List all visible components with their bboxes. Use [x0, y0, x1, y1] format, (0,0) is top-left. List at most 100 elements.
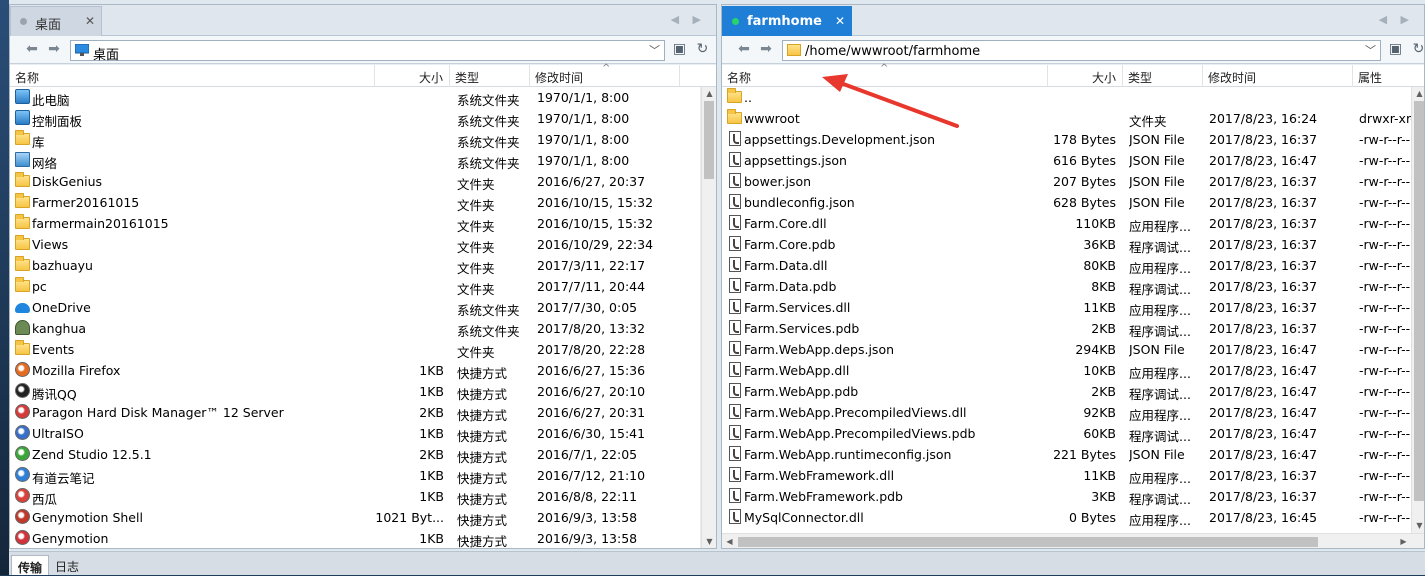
folder-open-icon[interactable]: ▣ [1387, 42, 1404, 57]
file-row[interactable]: wwwroot 文件夹 2017/8/23, 16:24 drwxr-xr-x [722, 108, 1411, 129]
back-arrow-icon[interactable]: ⬅ [736, 42, 752, 56]
file-row[interactable]: Farm.WebApp.runtimeconfig.json 221 Bytes J… [722, 444, 1411, 465]
column-size[interactable]: 大小 [375, 65, 450, 87]
file-row[interactable]: .. [722, 87, 1411, 108]
file-name: appsettings.json [744, 153, 847, 168]
ultraiso-icon [15, 425, 30, 440]
file-row[interactable]: 控制面板 系统文件夹 1970/1/1, 8:00 [10, 108, 700, 129]
file-type: 文件夹 [457, 345, 495, 360]
column-attributes[interactable]: 属性 [1353, 65, 1424, 87]
back-arrow-icon[interactable]: ⬅ [24, 42, 40, 56]
scroll-thumb[interactable] [1414, 101, 1424, 501]
column-type[interactable]: 类型 [1123, 65, 1203, 87]
file-row[interactable]: 库 系统文件夹 1970/1/1, 8:00 [10, 129, 700, 150]
file-row[interactable]: bower.json 207 Bytes JSON File 2017/8/23, 1… [722, 171, 1411, 192]
remote-path-input[interactable]: /home/wwwroot/farmhome ﹀ [782, 40, 1381, 61]
scroll-thumb[interactable] [738, 537, 1318, 547]
file-row[interactable]: kanghua 系统文件夹 2017/8/20, 13:32 [10, 318, 700, 339]
tab-label: farmhome [747, 14, 822, 29]
file-type: 系统文件夹 [457, 93, 520, 108]
local-vertical-scrollbar[interactable]: ▲ ▼ [701, 87, 716, 548]
refresh-icon[interactable]: ↻ [1410, 42, 1424, 57]
file-row[interactable]: Farm.WebFramework.dll 11KB 应用程序... 2017/8/2… [722, 465, 1411, 486]
scroll-down-icon[interactable]: ▼ [1412, 519, 1424, 533]
refresh-icon[interactable]: ↻ [694, 42, 711, 57]
file-row[interactable]: DiskGenius 文件夹 2016/6/27, 20:37 [10, 171, 700, 192]
file-row[interactable]: UltraISO 1KB 快捷方式 2016/6/30, 15:41 [10, 423, 700, 444]
file-row[interactable]: Mozilla Firefox 1KB 快捷方式 2016/6/27, 15:36 [10, 360, 700, 381]
remote-horizontal-scrollbar[interactable]: ◀ ▶ [722, 533, 1424, 548]
scroll-down-icon[interactable]: ▼ [702, 535, 716, 548]
file-row[interactable]: Farm.Data.pdb 8KB 程序调试... 2017/8/23, 16:37 -… [722, 276, 1411, 297]
file-row[interactable]: Zend Studio 12.5.1 2KB 快捷方式 2016/7/1, 22:05 [10, 444, 700, 465]
file-row[interactable]: 腾讯QQ 1KB 快捷方式 2016/6/27, 20:10 [10, 381, 700, 402]
local-path-input[interactable]: 桌面 ﹀ [70, 40, 665, 63]
file-row[interactable]: Farm.WebApp.dll 10KB 应用程序... 2017/8/23, 16:… [722, 360, 1411, 381]
forward-arrow-icon[interactable]: ➡ [46, 42, 62, 56]
scroll-left-icon[interactable]: ◀ [722, 535, 737, 548]
chevron-down-icon[interactable]: ﹀ [649, 42, 660, 58]
file-row[interactable]: Genymotion 1KB 快捷方式 2016/9/3, 13:58 [10, 528, 700, 548]
column-name[interactable]: 名称 ^ [722, 63, 1048, 87]
file-row[interactable]: Farm.WebApp.PrecompiledViews.pdb 60KB 程序调试… [722, 423, 1411, 444]
file-row[interactable]: bazhuayu 文件夹 2017/3/11, 22:17 [10, 255, 700, 276]
file-row[interactable]: Farm.WebFramework.pdb 3KB 程序调试... 2017/8/23… [722, 486, 1411, 507]
file-row[interactable]: appsettings.json 616 Bytes JSON File 2017/8… [722, 150, 1411, 171]
tab-log[interactable]: 日志 [49, 555, 85, 575]
remote-vertical-scrollbar[interactable]: ▲ ▼ [1411, 87, 1424, 533]
file-icon [729, 152, 741, 167]
file-row[interactable]: Paragon Hard Disk Manager™ 12 Server 2KB 快… [10, 402, 700, 423]
file-row[interactable]: 西瓜 1KB 快捷方式 2016/8/8, 22:11 [10, 486, 700, 507]
file-row[interactable]: Farm.Core.dll 110KB 应用程序... 2017/8/23, 16:3… [722, 213, 1411, 234]
local-file-list: 此电脑 系统文件夹 1970/1/1, 8:00 控制面板 系统文件夹 1970/1/1,… [10, 87, 700, 548]
file-row[interactable]: pc 文件夹 2017/7/11, 20:44 [10, 276, 700, 297]
tab-scroll-arrows-icon[interactable]: ◀ ▶ [1379, 13, 1414, 26]
tab-transfer[interactable]: 传输 [11, 555, 50, 575]
file-row[interactable]: Farm.WebApp.deps.json 294KB JSON File 2017/… [722, 339, 1411, 360]
file-row[interactable]: bundleconfig.json 628 Bytes JSON File 2017/… [722, 192, 1411, 213]
file-row[interactable]: Farm.Services.dll 11KB 应用程序... 2017/8/23, 1… [722, 297, 1411, 318]
tab-scroll-arrows-icon[interactable]: ◀ ▶ [671, 13, 706, 26]
file-size: 11KB [1083, 300, 1116, 315]
file-row[interactable]: Farm.WebApp.pdb 2KB 程序调试... 2017/8/23, 16:4… [722, 381, 1411, 402]
file-row[interactable]: Genymotion Shell 1021 Byt... 快捷方式 2016/9/3,… [10, 507, 700, 528]
file-row[interactable]: Farm.Services.pdb 2KB 程序调试... 2017/8/23, 16… [722, 318, 1411, 339]
tab-remote-farmhome[interactable]: farmhome ✕ [722, 6, 852, 36]
scroll-right-icon[interactable]: ▶ [1396, 535, 1411, 548]
column-modified-label: 修改时间 [1208, 71, 1257, 85]
file-row[interactable]: Views 文件夹 2016/10/29, 22:34 [10, 234, 700, 255]
file-row[interactable]: 有道云笔记 1KB 快捷方式 2016/7/12, 21:10 [10, 465, 700, 486]
forward-arrow-icon[interactable]: ➡ [758, 42, 774, 56]
column-size[interactable]: 大小 [1048, 65, 1123, 87]
scroll-up-icon[interactable]: ▲ [702, 87, 716, 101]
close-icon[interactable]: ✕ [835, 14, 845, 28]
file-row[interactable]: 网络 系统文件夹 1970/1/1, 8:00 [10, 150, 700, 171]
file-row[interactable]: Farmer20161015 文件夹 2016/10/15, 15:32 [10, 192, 700, 213]
file-attr: -rw-r--r-- [1359, 258, 1411, 273]
file-type: 程序调试... [1129, 240, 1191, 255]
file-row[interactable]: appsettings.Development.json 178 Bytes JSO… [722, 129, 1411, 150]
file-row[interactable]: OneDrive 系统文件夹 2017/7/30, 0:05 [10, 297, 700, 318]
file-row[interactable]: Farm.Core.pdb 36KB 程序调试... 2017/8/23, 16:37… [722, 234, 1411, 255]
scroll-thumb[interactable] [704, 101, 714, 179]
column-modified[interactable]: 修改时间 [1203, 65, 1353, 87]
tab-local-desktop[interactable]: 桌面 ✕ [10, 6, 102, 36]
file-attr: -rw-r--r-- [1359, 342, 1411, 357]
file-row[interactable]: Events 文件夹 2017/8/20, 22:28 [10, 339, 700, 360]
column-modified[interactable]: 修改时间 ^ [530, 63, 680, 87]
file-row[interactable]: Farm.WebApp.PrecompiledViews.dll 92KB 应用程序… [722, 402, 1411, 423]
file-row[interactable]: Farm.Data.dll 80KB 应用程序... 2017/8/23, 16:37… [722, 255, 1411, 276]
close-icon[interactable]: ✕ [85, 14, 95, 28]
file-name: 有道云笔记 [32, 471, 95, 486]
column-type[interactable]: 类型 [450, 65, 530, 87]
file-modified: 1970/1/1, 8:00 [537, 132, 630, 147]
scroll-up-icon[interactable]: ▲ [1412, 87, 1424, 101]
tab-label: 桌面 [35, 18, 62, 33]
column-name[interactable]: 名称 [10, 65, 375, 87]
chevron-down-icon[interactable]: ﹀ [1365, 42, 1376, 58]
folder-open-icon[interactable]: ▣ [671, 42, 688, 57]
file-row[interactable]: farmermain20161015 文件夹 2016/10/15, 15:32 [10, 213, 700, 234]
file-modified: 2017/7/11, 20:44 [537, 279, 646, 294]
file-row[interactable]: 此电脑 系统文件夹 1970/1/1, 8:00 [10, 87, 700, 108]
file-row[interactable]: MySqlConnector.dll 0 Bytes 应用程序... 2017/8/2… [722, 507, 1411, 528]
